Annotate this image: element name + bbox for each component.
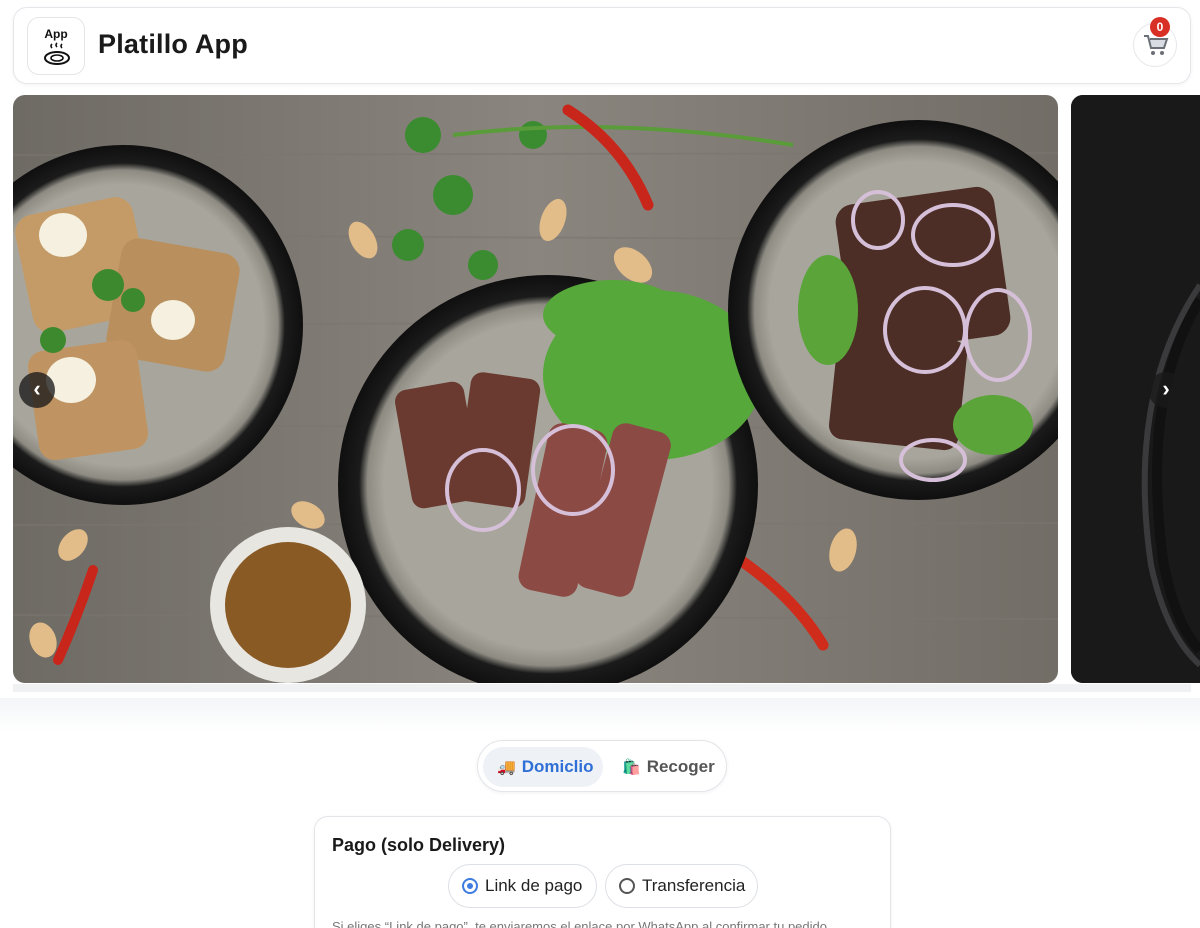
radio-selected-icon [462, 878, 478, 894]
payment-title: Pago (solo Delivery) [332, 835, 506, 855]
carousel-slide-food-plates[interactable] [13, 95, 1058, 683]
payment-option-link[interactable]: Link de pago [448, 864, 597, 908]
cart-icon [1144, 35, 1169, 55]
food-photo [13, 95, 1058, 683]
payment-option-link-label: Link de pago [485, 876, 583, 895]
option-domicilio-label: Domiclio [521, 757, 594, 776]
cart-count-badge: 0 [1150, 17, 1170, 37]
app-header: App Platillo App [13, 7, 1191, 84]
section-divider [0, 698, 1200, 732]
delivery-mode-toggle: 🚚 Domiclio 🛍️ Recoger [477, 740, 727, 792]
option-recoger-label: Recoger [646, 757, 715, 776]
carousel-scrollbar[interactable] [13, 684, 1191, 692]
app-logo[interactable]: App [27, 17, 85, 75]
carousel-prev-button[interactable]: ‹ [19, 372, 55, 408]
carousel-next-button[interactable]: › [1148, 372, 1184, 408]
food-carousel: ‹ › [0, 94, 1200, 694]
option-domicilio[interactable]: 🚚 Domiclio [483, 747, 603, 787]
payment-card: Pago (solo Delivery) Link de pago Transf… [314, 816, 891, 928]
shopping-bag-icon: 🛍️ [622, 759, 641, 776]
option-recoger[interactable]: 🛍️ Recoger [608, 747, 723, 787]
payment-option-transfer-label: Transferencia [642, 876, 746, 895]
payment-option-transfer[interactable]: Transferencia [605, 864, 758, 908]
logo-text: App [44, 27, 68, 41]
payment-note: Si eliges “Link de pago”, te enviaremos … [332, 919, 831, 928]
truck-icon: 🚚 [497, 759, 516, 776]
plate-icon [44, 42, 70, 65]
radio-unselected-icon [619, 878, 635, 894]
app-title: Platillo App [98, 29, 248, 59]
